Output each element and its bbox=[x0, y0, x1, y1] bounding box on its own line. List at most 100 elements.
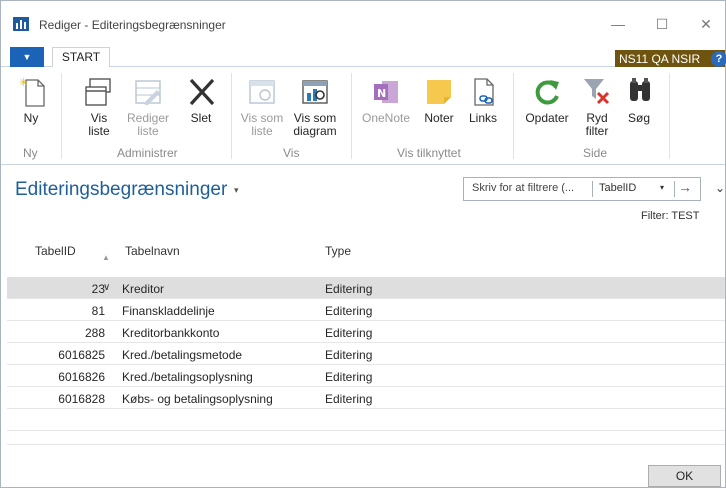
close-button[interactable]: ✕ bbox=[691, 11, 721, 37]
view-list-button[interactable]: Vis liste bbox=[81, 67, 117, 138]
list-view-icon bbox=[245, 75, 279, 109]
svg-text:✳: ✳ bbox=[19, 76, 28, 89]
group-side: Side bbox=[583, 146, 608, 160]
column-header-type[interactable]: Type bbox=[325, 244, 351, 258]
ribbon-separator bbox=[513, 73, 514, 159]
dialog-window: Rediger - Editeringsbegrænsninger — ☐ ✕ … bbox=[0, 0, 726, 488]
filter-search-input[interactable]: Skriv for at filtrere (... bbox=[472, 182, 574, 194]
filter-divider bbox=[592, 181, 593, 197]
svg-text:N: N bbox=[377, 87, 386, 100]
group-administrer: Administrer bbox=[117, 146, 178, 160]
clear-filter-icon bbox=[580, 75, 614, 109]
refresh-button[interactable]: Opdater bbox=[523, 67, 571, 125]
empty-table-row bbox=[7, 409, 725, 431]
page-title-dropdown-icon[interactable]: ▾ bbox=[234, 185, 239, 196]
column-header-id[interactable]: TabelID bbox=[35, 244, 76, 258]
group-vis: Vis bbox=[283, 146, 300, 160]
ribbon-separator bbox=[231, 73, 232, 159]
filter-field-dropdown-icon[interactable]: ▾ bbox=[660, 183, 664, 192]
empty-table-row bbox=[7, 431, 725, 445]
edit-list-button[interactable]: Rediger liste bbox=[125, 67, 171, 138]
group-vis-tilknyttet: Vis tilknyttet bbox=[397, 146, 461, 160]
ribbon-separator bbox=[669, 73, 670, 159]
row-dropdown-icon[interactable]: ∨ bbox=[103, 282, 110, 293]
view-as-chart-label-2: diagram bbox=[293, 124, 337, 138]
app-menu-button[interactable]: ▼ bbox=[10, 47, 44, 67]
filter-divider bbox=[674, 181, 675, 197]
delete-x-icon bbox=[185, 75, 219, 109]
new-document-icon: ✳ bbox=[17, 75, 51, 109]
cell-type: Editering bbox=[325, 370, 373, 384]
view-as-list-button[interactable]: Vis som liste bbox=[239, 67, 285, 138]
sticky-note-icon bbox=[422, 75, 456, 109]
table-row[interactable]: 23 ∨ Kreditor Editering bbox=[7, 277, 725, 299]
tab-start[interactable]: START bbox=[52, 47, 110, 68]
refresh-label: Opdater bbox=[525, 111, 569, 125]
expand-filter-icon[interactable]: ⌄ bbox=[715, 181, 725, 195]
window-title: Rediger - Editeringsbegrænsninger bbox=[39, 18, 226, 32]
cell-name: Købs- og betalingsoplysning bbox=[122, 392, 273, 406]
table-row[interactable]: 288 Kreditorbankkonto Editering bbox=[7, 321, 725, 343]
table-row[interactable]: 81 Finanskladdelinje Editering bbox=[7, 299, 725, 321]
view-as-list-label-2: liste bbox=[251, 124, 273, 138]
ribbon-separator bbox=[351, 73, 352, 159]
view-as-chart-button[interactable]: Vis som diagram bbox=[289, 67, 341, 138]
table-row[interactable]: 6016826 Kred./betalingsoplysning Editeri… bbox=[7, 365, 725, 387]
link-document-icon bbox=[467, 75, 501, 109]
delete-label: Slet bbox=[190, 111, 212, 125]
search-label: Søg bbox=[627, 111, 650, 125]
ribbon-separator bbox=[61, 73, 62, 159]
cell-type: Editering bbox=[325, 348, 373, 362]
company-badge[interactable]: NS11 QA NSIR EtE bbox=[615, 50, 725, 84]
help-icon[interactable]: ? bbox=[711, 51, 726, 67]
notes-label: Noter bbox=[424, 111, 454, 125]
view-list-label-2: liste bbox=[88, 124, 110, 138]
table-row[interactable]: 6016825 Kred./betalingsmetode Editering bbox=[7, 343, 725, 365]
clear-filter-button[interactable]: Ryd filter bbox=[579, 67, 615, 138]
onenote-icon: N bbox=[369, 75, 403, 109]
filter-apply-arrow-icon[interactable]: → bbox=[678, 179, 692, 195]
title-bar: Rediger - Editeringsbegrænsninger — ☐ ✕ bbox=[1, 1, 725, 41]
cell-id: 6016828 bbox=[58, 392, 105, 406]
onenote-label: OneNote bbox=[361, 111, 411, 125]
cell-type: Editering bbox=[325, 282, 373, 296]
group-ny: Ny bbox=[23, 146, 38, 160]
cell-name: Kred./betalingsmetode bbox=[122, 348, 243, 362]
refresh-icon bbox=[530, 75, 564, 109]
page-title: Editeringsbegrænsninger bbox=[15, 179, 228, 200]
ok-button[interactable]: OK bbox=[648, 465, 721, 487]
maximize-button[interactable]: ☐ bbox=[647, 11, 677, 37]
cell-id: 6016826 bbox=[58, 370, 105, 384]
column-header-name[interactable]: Tabelnavn bbox=[125, 244, 180, 258]
app-logo-icon bbox=[13, 17, 29, 31]
delete-button[interactable]: Slet bbox=[185, 67, 217, 125]
cell-type: Editering bbox=[325, 326, 373, 340]
active-filter-label: Filter: TEST bbox=[641, 210, 700, 222]
cell-id: 81 bbox=[91, 304, 105, 318]
cell-id: 288 bbox=[84, 326, 105, 340]
ribbon: ✳ Ny Ny Vis liste Rediger liste Slet Adm… bbox=[1, 67, 725, 165]
sort-ascending-icon: ▲ bbox=[102, 253, 110, 262]
edit-list-icon bbox=[131, 75, 165, 109]
filter-field-select[interactable]: TabelID bbox=[599, 182, 636, 194]
filter-box: Skriv for at filtrere (... TabelID ▾ → bbox=[463, 177, 701, 201]
onenote-button[interactable]: N OneNote bbox=[359, 67, 413, 125]
cell-id: 6016825 bbox=[58, 348, 105, 362]
chart-view-icon bbox=[298, 75, 332, 109]
cell-name: Kred./betalingsoplysning bbox=[122, 370, 253, 384]
cell-type: Editering bbox=[325, 392, 373, 406]
cell-name: Kreditor bbox=[122, 282, 165, 296]
new-button[interactable]: ✳ Ny bbox=[17, 67, 45, 125]
edit-list-label-2: liste bbox=[137, 124, 159, 138]
links-button[interactable]: Links bbox=[467, 67, 499, 125]
cell-type: Editering bbox=[325, 304, 373, 318]
search-button[interactable]: Søg bbox=[623, 67, 655, 125]
cell-name: Finanskladdelinje bbox=[122, 304, 215, 318]
binoculars-icon bbox=[623, 75, 657, 109]
notes-button[interactable]: Noter bbox=[421, 67, 457, 125]
links-label: Links bbox=[468, 111, 497, 125]
new-label: Ny bbox=[23, 111, 39, 125]
table-row[interactable]: 6016828 Købs- og betalingsoplysning Edit… bbox=[7, 387, 725, 409]
cell-name: Kreditorbankkonto bbox=[122, 326, 220, 340]
minimize-button[interactable]: — bbox=[603, 11, 633, 37]
